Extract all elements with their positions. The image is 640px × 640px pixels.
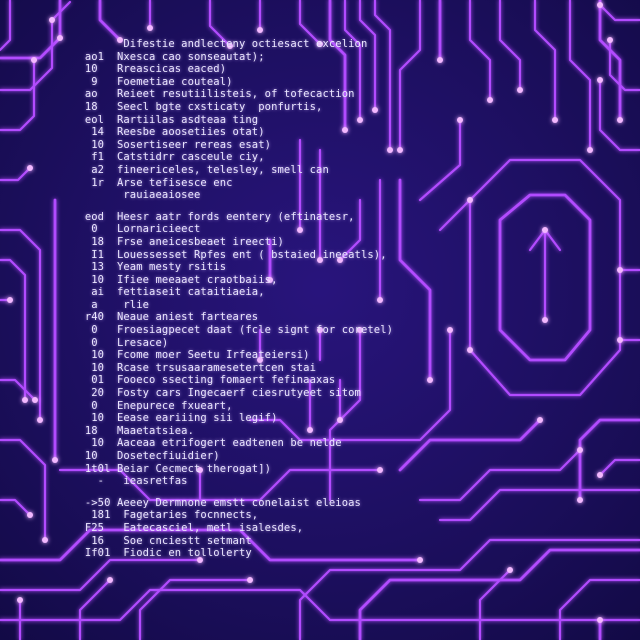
circuit-node — [437, 57, 443, 63]
code-line: - ieasretfas — [72, 475, 188, 488]
code-line: ai fettiaseit cataitiaeia, — [72, 286, 265, 299]
code-line: 10 Sosertiseer rereas esat) — [72, 138, 272, 151]
code-line: 18 Frse aneicesbeaet ireecti) — [72, 235, 284, 248]
circuit-node — [31, 57, 37, 63]
code-line: eod Heesr aatr fords eentery (eftinatesr… — [72, 210, 355, 223]
circuit-node — [597, 2, 603, 8]
circuit-node — [372, 107, 378, 113]
circuit-node — [397, 147, 403, 153]
circuit-node — [27, 512, 33, 518]
code-line: 1r Arse tefisesce enc — [72, 176, 233, 189]
code-line: F25 Eatecasciel, metl isalesdes, — [72, 521, 304, 534]
code-line: ao Reieet resutiilisteis, of tofecaction — [72, 88, 355, 101]
code-line: I1 Louessesset Rpfes ent ( bstaied ineea… — [72, 248, 387, 261]
code-line: 20 Fosty cars Ingecaerf ciesrutyeet sito… — [72, 387, 361, 400]
code-listing: Difestie andlecteny octiesact excelion a… — [72, 38, 394, 560]
code-line: a rlie — [72, 298, 150, 311]
circuit-node — [597, 77, 603, 83]
circuit-node — [27, 165, 33, 171]
circuit-node — [37, 417, 43, 423]
circuit-node — [52, 457, 58, 463]
circuit-node — [617, 117, 623, 123]
code-line: If01 Fiodic en tollolerty — [72, 547, 252, 560]
circuit-node — [617, 267, 623, 273]
circuit-node — [257, 27, 263, 33]
circuit-node — [22, 397, 28, 403]
circuit-node — [507, 567, 513, 573]
circuit-node — [49, 17, 55, 23]
circuit-node — [427, 377, 433, 383]
code-line: 10 Ifiee meeaaet craotbaiis, — [72, 273, 278, 286]
code-line: 10 Dosetecfiuidier) — [72, 450, 220, 462]
code-line: 18 Maaetatsiea. — [72, 424, 195, 437]
circuit-node — [587, 147, 593, 153]
code-line: 0 Enepurece fxueart, — [72, 399, 233, 412]
code-line: 0 Froesiagpecet daat (fcle signt for cor… — [72, 324, 394, 337]
circuit-node — [597, 472, 603, 478]
code-line: 0 Lresace) — [72, 336, 169, 349]
code-line: 18 Seecl bgte cxsticaty ponfurtis, — [72, 100, 323, 113]
circuit-node — [577, 447, 583, 453]
circuit-node — [247, 577, 253, 583]
code-line: 13 Yeam mesty rsitis — [72, 261, 227, 274]
circuit-node — [542, 227, 548, 233]
circuit-node — [467, 347, 473, 353]
circuit-node — [17, 597, 23, 603]
circuit-node — [57, 35, 63, 41]
code-line: 1t0l Beiar Cecmect therogat]) — [72, 462, 272, 475]
circuit-node — [577, 497, 583, 503]
code-line: a2 fineericeles, telesley, smell can — [72, 163, 329, 176]
code-line: rauiaeaiosee — [72, 189, 201, 202]
circuit-node — [597, 617, 603, 623]
circuit-node — [617, 337, 623, 343]
code-line: 181 Fagetaries focnnects, — [72, 509, 259, 522]
circuit-node — [542, 317, 548, 323]
code-line: 01 Fooeco ssecting fomaert fefinaaxas — [72, 374, 336, 387]
code-line: 9 Foemetiae couteal) — [72, 75, 233, 88]
circuit-node — [607, 37, 613, 43]
code-line: 10 Aaceaa etrifogert eadtenen be nelde — [72, 437, 342, 450]
circuit-node — [377, 297, 383, 303]
code-line: ->50 Aeeey Dermnone emstt conelaist elei… — [72, 496, 361, 509]
circuit-node — [487, 97, 493, 103]
code-line: eol Rartiilas asdteaa ting — [72, 113, 259, 126]
code-line: 0 Lornaricieect — [72, 223, 201, 236]
code-line: 10 Fcome moer Seetu Irfeateiersi) — [72, 349, 310, 362]
code-line: 14 Reesbe aoosetiies otat) — [72, 126, 265, 139]
circuit-node — [387, 147, 393, 153]
circuit-node — [107, 577, 113, 583]
circuit-node — [42, 537, 48, 543]
circuit-node — [457, 117, 463, 123]
code-line: 10 Rreascicas eaced) — [72, 63, 227, 76]
code-line: ao1 Nxesca cao sonseautat); — [72, 50, 265, 63]
circuit-node — [447, 327, 453, 333]
circuit-node — [7, 297, 13, 303]
circuit-node — [32, 397, 38, 403]
circuit-node — [517, 87, 523, 93]
circuit-node — [147, 25, 153, 31]
code-line: 10 Rcase trsusaaramesetertcen stai — [72, 361, 317, 374]
circuit-node — [552, 117, 558, 123]
circuit-node — [467, 197, 473, 203]
code-line: 10 Eease eariiing sii legif) — [72, 412, 278, 425]
circuit-node — [417, 557, 423, 563]
code-line: f1 Catstidrr casceule ciy, — [72, 151, 265, 164]
circuit-node — [377, 467, 383, 473]
code-line: Difestie andlecteny octiesact excelion — [72, 38, 368, 50]
circuit-node — [537, 417, 543, 423]
code-line: r40 Neaue aniest farteares — [72, 311, 259, 324]
code-line: 16 Soe cnciestt setmant — [72, 534, 252, 547]
